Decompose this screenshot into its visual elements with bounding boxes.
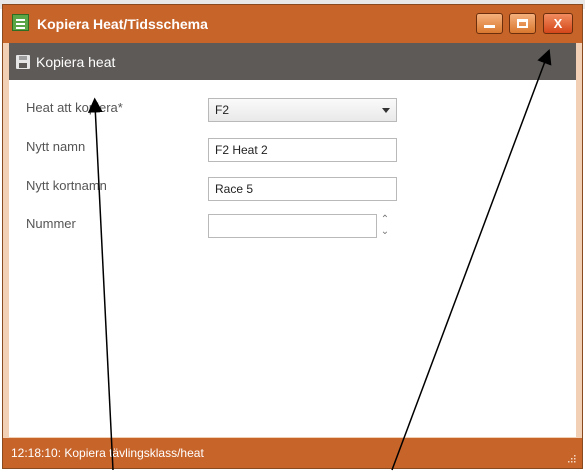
heat-select-value: F2 — [215, 103, 230, 117]
title-bar[interactable]: Kopiera Heat/Tidsschema X — [3, 5, 582, 43]
status-text: 12:18:10: Kopiera tävlingsklass/heat — [11, 446, 204, 460]
save-icon — [16, 55, 30, 69]
stepper-down-icon[interactable]: ⌄ — [379, 226, 391, 238]
copy-heat-button[interactable]: Kopiera heat — [9, 43, 139, 80]
chevron-down-icon — [382, 108, 390, 113]
heat-select[interactable]: F2 — [208, 98, 397, 122]
minimize-button[interactable] — [476, 13, 503, 34]
new-name-label: Nytt namn — [26, 139, 86, 154]
number-label: Nummer — [26, 216, 76, 231]
maximize-button[interactable] — [509, 13, 536, 34]
maximize-icon — [517, 19, 528, 28]
toolbar: Kopiera heat — [9, 43, 576, 80]
window-title: Kopiera Heat/Tidsschema — [37, 16, 208, 32]
number-field[interactable] — [208, 214, 377, 238]
status-bar: 12:18:10: Kopiera tävlingsklass/heat — [3, 438, 582, 468]
form-area: Heat att kopiera* F2 Nytt namn Nytt kort… — [9, 80, 576, 437]
resize-grip-icon[interactable] — [566, 453, 576, 463]
new-short-name-field[interactable] — [208, 177, 397, 201]
app-icon — [12, 14, 29, 31]
heat-label: Heat att kopiera* — [26, 100, 123, 115]
close-icon: X — [553, 16, 563, 31]
stepper-up-icon[interactable]: ⌃ — [379, 214, 391, 226]
new-name-field[interactable] — [208, 138, 397, 162]
minimize-icon — [484, 25, 495, 28]
number-stepper[interactable]: ⌃ ⌄ — [379, 214, 391, 240]
copy-heat-window: Kopiera Heat/Tidsschema X Kopiera heat H… — [2, 4, 583, 469]
close-button[interactable]: X — [543, 13, 573, 34]
new-short-name-label: Nytt kortnamn — [26, 178, 107, 193]
copy-heat-label: Kopiera heat — [36, 54, 116, 70]
